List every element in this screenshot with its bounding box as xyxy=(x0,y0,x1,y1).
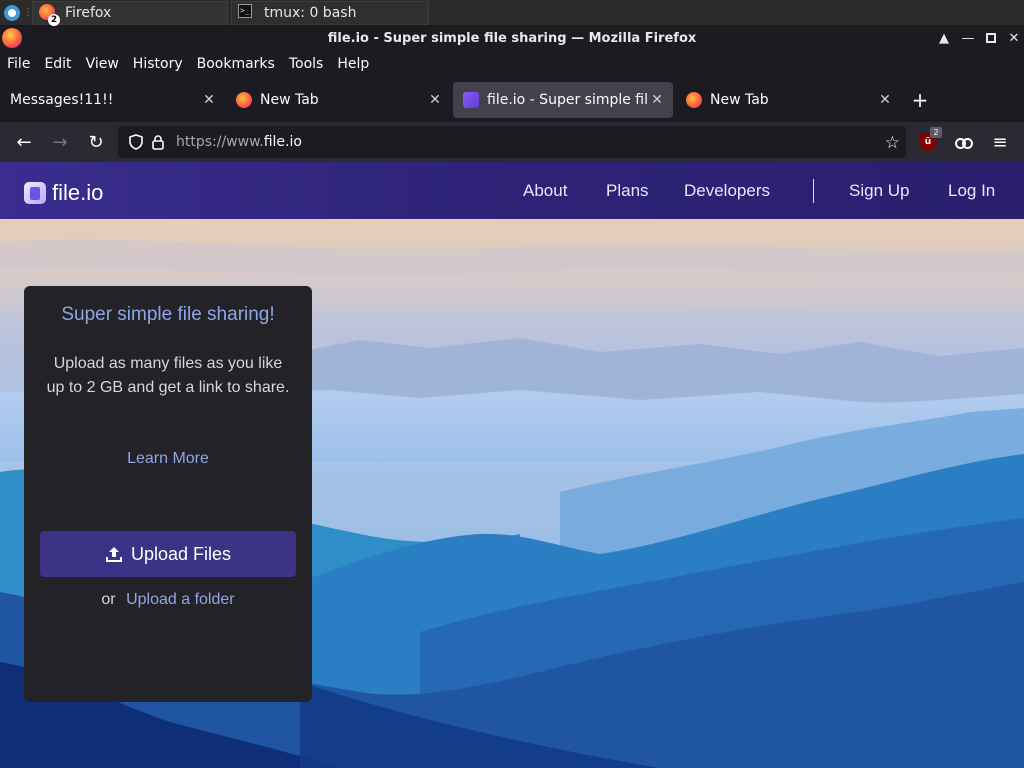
or-text: or xyxy=(101,591,116,608)
taskbar-task-tmux[interactable]: >_ tmux: 0 bash xyxy=(231,0,429,25)
spy-glasses-icon xyxy=(955,136,973,149)
url-prefix: https://www. xyxy=(176,134,264,150)
launcher-icon xyxy=(4,4,20,21)
tab-close-icon[interactable]: ✕ xyxy=(425,92,445,108)
upload-folder-row: or Upload a folder xyxy=(24,591,312,609)
card-description: Upload as many files as you like up to 2… xyxy=(46,355,290,396)
tab-label: Messages!11!! xyxy=(10,92,114,108)
shield-icon[interactable] xyxy=(128,134,144,150)
upload-folder-link[interactable]: Upload a folder xyxy=(126,591,235,608)
tab-close-icon[interactable]: ✕ xyxy=(199,92,219,108)
menu-file[interactable]: File xyxy=(7,56,30,72)
taskbar-separator: ⋮ xyxy=(23,7,33,18)
firefox-icon xyxy=(236,92,252,108)
upload-icon xyxy=(105,547,122,562)
tab-close-icon[interactable]: ✕ xyxy=(647,92,667,108)
nav-link-developers[interactable]: Developers xyxy=(684,181,770,201)
url-domain: file.io xyxy=(263,134,302,150)
nav-link-plans[interactable]: Plans xyxy=(606,181,649,201)
nav-link-sign-up[interactable]: Sign Up xyxy=(849,181,909,201)
menu-help[interactable]: Help xyxy=(337,56,369,72)
site-header: file.io About Plans Developers Sign Up L… xyxy=(0,162,1024,219)
window-maximize-button[interactable] xyxy=(982,29,1000,47)
taskbar-task-firefox[interactable]: 2 Firefox xyxy=(32,0,228,26)
bookmark-star-icon[interactable]: ☆ xyxy=(885,133,900,153)
reload-button[interactable]: ↻ xyxy=(84,130,108,154)
firefox-icon: 2 xyxy=(39,3,60,26)
taskbar-task-label: Firefox xyxy=(65,4,112,21)
window-shade-button[interactable]: ▲ xyxy=(935,29,953,47)
page-content: file.io About Plans Developers Sign Up L… xyxy=(0,162,1024,768)
fileio-logo-icon xyxy=(24,182,46,204)
hamburger-menu-icon: ≡ xyxy=(992,131,1008,153)
window-close-button[interactable]: ✕ xyxy=(1005,29,1023,47)
window-count-badge: 2 xyxy=(48,13,60,26)
lock-icon[interactable] xyxy=(150,134,166,150)
window-minimize-button[interactable]: — xyxy=(959,29,977,47)
menu-edit[interactable]: Edit xyxy=(44,56,71,72)
fileio-icon xyxy=(463,92,479,108)
menu-bar: File Edit View History Bookmarks Tools H… xyxy=(0,50,1024,78)
url-bar[interactable]: https://www.file.io ☆ xyxy=(118,126,906,158)
url-text[interactable]: https://www.file.io xyxy=(176,134,302,150)
tab-label: file.io - Super simple file sharing xyxy=(487,92,647,108)
tab-messages[interactable]: Messages!11!! ✕ xyxy=(0,82,225,118)
menu-bookmarks[interactable]: Bookmarks xyxy=(197,56,275,72)
nav-link-log-in[interactable]: Log In xyxy=(948,181,995,201)
upload-files-label: Upload Files xyxy=(130,543,232,564)
menu-history[interactable]: History xyxy=(133,56,183,72)
tab-new-tab-2[interactable]: New Tab ✕ xyxy=(676,82,901,118)
taskbar: ⋮ 2 Firefox >_ tmux: 0 bash xyxy=(0,0,1024,26)
learn-more-link[interactable]: Learn More xyxy=(24,450,312,468)
upload-files-button[interactable]: Upload Files xyxy=(40,531,296,577)
upload-card: Super simple file sharing! Upload as man… xyxy=(24,286,312,702)
nav-link-about[interactable]: About xyxy=(523,181,567,201)
terminal-icon: >_ xyxy=(238,3,256,22)
tab-label: New Tab xyxy=(260,92,319,108)
firefox-icon xyxy=(686,92,702,108)
window-titlebar: file.io - Super simple file sharing — Mo… xyxy=(0,26,1024,50)
taskbar-task-label: tmux: 0 bash xyxy=(264,4,357,21)
site-logo[interactable]: file.io xyxy=(24,180,103,206)
new-tab-button[interactable]: + xyxy=(908,88,932,112)
menu-tools[interactable]: Tools xyxy=(289,56,324,72)
logo-text: file.io xyxy=(52,180,104,205)
tab-strip: Messages!11!! ✕ New Tab ✕ file.io - Supe… xyxy=(0,78,1024,122)
tab-close-icon[interactable]: ✕ xyxy=(875,92,895,108)
tab-new-tab-1[interactable]: New Tab ✕ xyxy=(226,82,451,118)
nav-divider xyxy=(813,179,814,203)
ublock-count-badge: 2 xyxy=(930,127,942,138)
forward-button[interactable]: → xyxy=(48,130,72,154)
back-button[interactable]: ← xyxy=(12,130,36,154)
tab-label: New Tab xyxy=(710,92,769,108)
window-title: file.io - Super simple file sharing — Mo… xyxy=(327,30,697,46)
card-title: Super simple file sharing! xyxy=(61,304,275,325)
firefox-icon xyxy=(2,28,22,48)
navigation-toolbar: ← → ↻ https://www.file.io ☆ ū 2 ≡ xyxy=(0,122,1024,162)
app-menu-button[interactable]: ≡ xyxy=(988,130,1012,154)
app-launcher-button[interactable] xyxy=(0,0,24,26)
private-extension-button[interactable] xyxy=(952,130,976,154)
ublock-extension-button[interactable]: ū 2 xyxy=(916,127,942,154)
tab-fileio[interactable]: file.io - Super simple file sharing ✕ xyxy=(453,82,673,118)
menu-view[interactable]: View xyxy=(86,56,119,72)
